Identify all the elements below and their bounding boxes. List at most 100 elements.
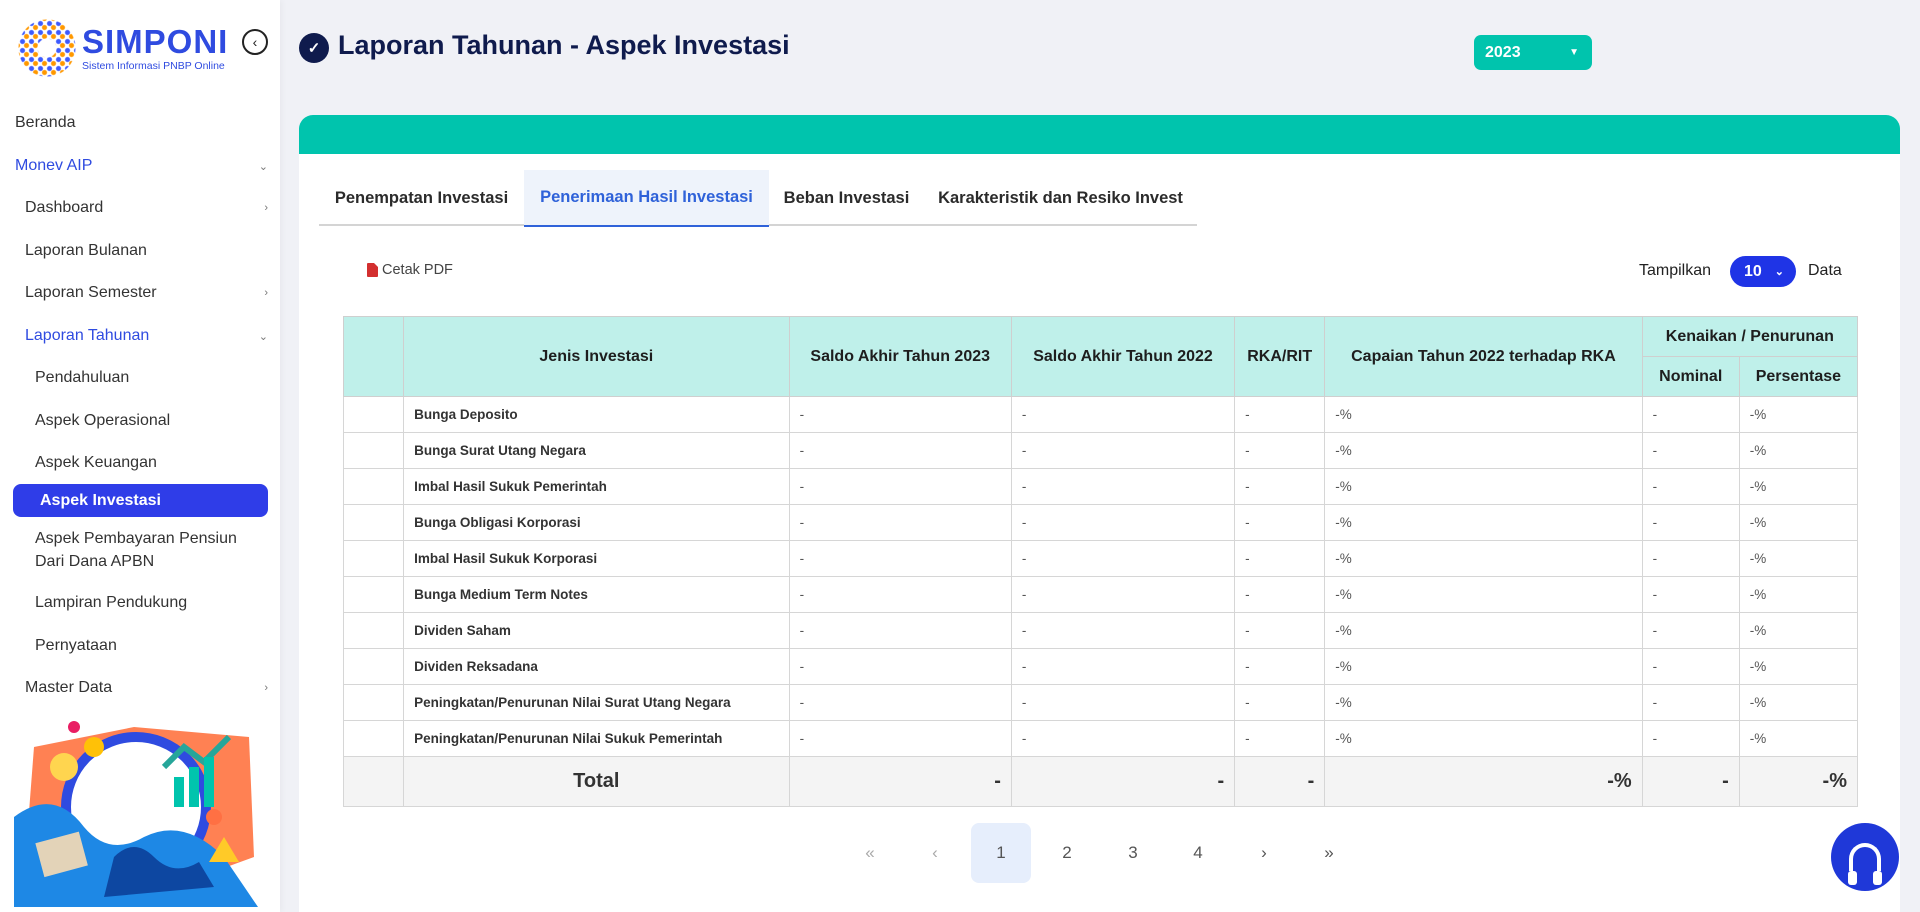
pagination-last[interactable]: » bbox=[1299, 823, 1359, 883]
cell-capaian: -% bbox=[1324, 720, 1643, 757]
table-row: Imbal Hasil Sukuk Korporasi - - - -% - -% bbox=[342, 540, 1859, 577]
total-capaian: -% bbox=[1324, 756, 1643, 807]
sidebar-item-aspek-operasional[interactable]: Aspek Operasional bbox=[0, 404, 280, 438]
total-persentase: -% bbox=[1738, 756, 1859, 807]
chevron-down-icon: ⌄ bbox=[258, 330, 268, 343]
sidebar-item-label: Laporan Tahunan bbox=[25, 327, 150, 344]
cell-saldo2022: - bbox=[1010, 684, 1236, 721]
sidebar-item-laporan-tahunan[interactable]: Laporan Tahunan ⌄ bbox=[0, 319, 280, 353]
sidebar-item-laporan-semester[interactable]: Laporan Semester › bbox=[0, 276, 280, 310]
chevron-down-icon: ⌄ bbox=[1774, 266, 1784, 278]
cell-persentase: -% bbox=[1738, 684, 1859, 721]
year-value: 2023 bbox=[1485, 43, 1521, 61]
cell-rka: - bbox=[1234, 468, 1326, 505]
cell-saldo2023: - bbox=[788, 612, 1012, 649]
row-index-cell bbox=[342, 684, 405, 721]
row-index-cell bbox=[342, 648, 405, 685]
cell-saldo2023: - bbox=[788, 468, 1012, 505]
headset-icon bbox=[1848, 843, 1882, 885]
cell-saldo2022: - bbox=[1010, 396, 1236, 433]
sidebar-item-pernyataan[interactable]: Pernyataan bbox=[0, 629, 280, 663]
cell-persentase: -% bbox=[1738, 540, 1859, 577]
data-label: Data bbox=[1808, 262, 1842, 279]
table-row: Dividen Saham - - - -% - -% bbox=[342, 612, 1859, 649]
table-row: Bunga Medium Term Notes - - - -% - -% bbox=[342, 576, 1859, 613]
sidebar-item-laporan-bulanan[interactable]: Laporan Bulanan bbox=[0, 234, 280, 268]
total-nominal: - bbox=[1641, 756, 1740, 807]
pagination-page-2[interactable]: 2 bbox=[1037, 823, 1097, 883]
cell-label: Bunga Surat Utang Negara bbox=[403, 432, 790, 469]
cell-capaian: -% bbox=[1324, 684, 1643, 721]
cell-saldo2023: - bbox=[788, 684, 1012, 721]
sidebar-item-label: Aspek Pembayaran Pensiun Dari Dana APBN bbox=[35, 530, 237, 570]
pagination-first[interactable]: « bbox=[840, 823, 900, 883]
cell-saldo2022: - bbox=[1010, 576, 1236, 613]
cell-rka: - bbox=[1234, 648, 1326, 685]
col-jenis-investasi: Jenis Investasi bbox=[403, 316, 790, 397]
row-index-cell bbox=[342, 612, 405, 649]
cell-saldo2023: - bbox=[788, 432, 1012, 469]
table-row: Bunga Obligasi Korporasi - - - -% - -% bbox=[342, 504, 1859, 541]
cell-nominal: - bbox=[1641, 648, 1740, 685]
page-size-select[interactable]: 10 ⌄ bbox=[1730, 256, 1796, 287]
cell-rka: - bbox=[1234, 432, 1326, 469]
col-index bbox=[342, 316, 405, 397]
cell-label: Bunga Deposito bbox=[403, 396, 790, 433]
chevron-down-icon: ⌄ bbox=[258, 160, 268, 173]
investasi-table: Jenis Investasi Saldo Akhir Tahun 2023 S… bbox=[342, 316, 1859, 807]
sidebar-item-beranda[interactable]: Beranda bbox=[0, 106, 280, 140]
sidebar-item-label: Master Data bbox=[25, 679, 113, 696]
table-row: Imbal Hasil Sukuk Pemerintah - - - -% - -% bbox=[342, 468, 1859, 505]
cell-rka: - bbox=[1234, 612, 1326, 649]
sidebar-item-master-data[interactable]: Master Data › bbox=[0, 671, 280, 705]
cetak-pdf-button[interactable]: Cetak PDF bbox=[367, 262, 453, 278]
sidebar-item-aspek-pembayaran-pensiun[interactable]: Aspek Pembayaran Pensiun Dari Dana APBN bbox=[0, 527, 280, 573]
cell-rka: - bbox=[1234, 684, 1326, 721]
card-header-bar bbox=[299, 115, 1900, 154]
sidebar-item-label: Monev AIP bbox=[15, 157, 93, 174]
year-select[interactable]: 2023 ▼ bbox=[1474, 35, 1592, 70]
cell-capaian: -% bbox=[1324, 432, 1643, 469]
sidebar-item-label: Aspek Investasi bbox=[40, 491, 161, 509]
pagination-page-4[interactable]: 4 bbox=[1168, 823, 1228, 883]
logo[interactable]: SIMPONI Sistem Informasi PNBP Online bbox=[18, 18, 238, 78]
cell-label: Peningkatan/Penurunan Nilai Surat Utang … bbox=[403, 684, 790, 721]
cell-saldo2022: - bbox=[1010, 720, 1236, 757]
chevron-right-icon: › bbox=[264, 682, 268, 694]
sidebar-item-lampiran-pendukung[interactable]: Lampiran Pendukung bbox=[0, 586, 280, 620]
cell-rka: - bbox=[1234, 396, 1326, 433]
tab-penerimaan-hasil-investasi[interactable]: Penerimaan Hasil Investasi bbox=[524, 170, 769, 227]
pagination-page-1[interactable]: 1 bbox=[971, 823, 1031, 883]
pagination-page-3[interactable]: 3 bbox=[1103, 823, 1163, 883]
tab-beban-investasi[interactable]: Beban Investasi bbox=[769, 170, 924, 226]
tab-penempatan-investasi[interactable]: Penempatan Investasi bbox=[319, 170, 524, 226]
tab-karakteristik-resiko[interactable]: Karakteristik dan Resiko Invest bbox=[924, 170, 1197, 226]
cell-saldo2022: - bbox=[1010, 540, 1236, 577]
cell-capaian: -% bbox=[1324, 396, 1643, 433]
sidebar-item-dashboard[interactable]: Dashboard › bbox=[0, 191, 280, 225]
help-button[interactable] bbox=[1831, 823, 1899, 891]
cell-persentase: -% bbox=[1738, 648, 1859, 685]
sidebar-item-monev-aip[interactable]: Monev AIP ⌄ bbox=[0, 149, 280, 183]
chevron-down-icon: ▼ bbox=[1569, 47, 1579, 58]
pagination-prev[interactable]: ‹ bbox=[905, 823, 965, 883]
sidebar-illustration bbox=[14, 707, 258, 907]
cell-saldo2023: - bbox=[788, 504, 1012, 541]
sidebar-item-pendahuluan[interactable]: Pendahuluan bbox=[0, 361, 280, 395]
sidebar-item-aspek-investasi[interactable]: Aspek Investasi bbox=[13, 484, 268, 517]
cell-persentase: -% bbox=[1738, 612, 1859, 649]
col-rka-rit: RKA/RIT bbox=[1234, 316, 1326, 397]
cell-persentase: -% bbox=[1738, 720, 1859, 757]
col-kenaikan-penurunan: Kenaikan / Penurunan bbox=[1641, 316, 1859, 357]
cell-capaian: -% bbox=[1324, 576, 1643, 613]
table-row: Bunga Deposito - - - -% - -% bbox=[342, 396, 1859, 433]
table-row: Peningkatan/Penurunan Nilai Sukuk Pemeri… bbox=[342, 720, 1859, 757]
sidebar-item-aspek-keuangan[interactable]: Aspek Keuangan bbox=[0, 446, 280, 480]
pagination-next[interactable]: › bbox=[1234, 823, 1294, 883]
cell-rka: - bbox=[1234, 540, 1326, 577]
chevron-left-circle-icon[interactable]: ‹ bbox=[242, 29, 268, 55]
col-nominal: Nominal bbox=[1641, 356, 1740, 397]
row-index-cell bbox=[342, 396, 405, 433]
cetak-pdf-label: Cetak PDF bbox=[382, 262, 453, 278]
cell-saldo2022: - bbox=[1010, 468, 1236, 505]
